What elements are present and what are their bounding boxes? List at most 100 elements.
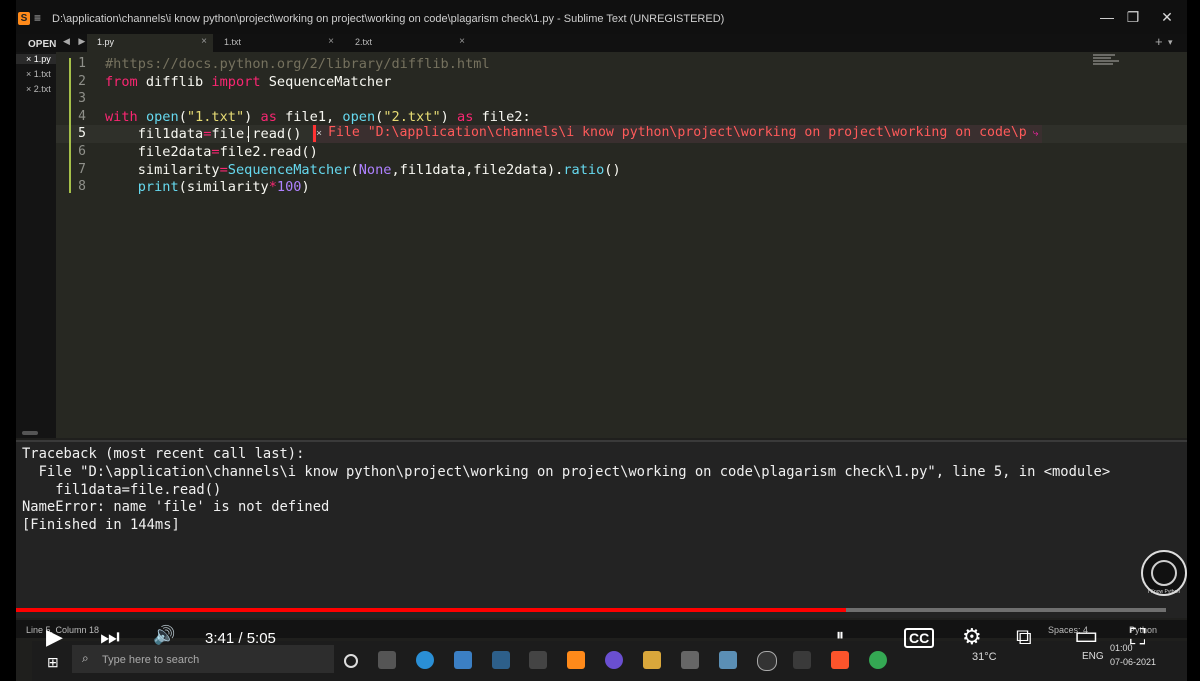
- cortana-icon[interactable]: [344, 654, 358, 668]
- new-tab-button[interactable]: +: [1155, 34, 1163, 49]
- edge-icon[interactable]: [416, 651, 434, 669]
- maximize-button[interactable]: ❐: [1123, 9, 1143, 26]
- error-marker: [313, 125, 316, 142]
- video-frame: S ≡ D:\application\channels\i know pytho…: [0, 0, 1200, 681]
- chrome-icon[interactable]: [869, 651, 887, 669]
- brave-icon[interactable]: [831, 651, 849, 669]
- code-token: with: [105, 108, 138, 125]
- file-explorer-icon[interactable]: [643, 651, 661, 669]
- horizontal-scrollbar[interactable]: [22, 431, 38, 435]
- weather-text[interactable]: 31°C: [972, 651, 997, 663]
- code-token: similarity: [105, 161, 220, 178]
- tab-nav-arrows[interactable]: ◀ ▶: [63, 36, 88, 47]
- obs-icon[interactable]: [757, 651, 777, 671]
- video-progress-fill: [16, 608, 846, 612]
- clock-date[interactable]: 07-06-2021: [1110, 657, 1156, 667]
- code-line[interactable]: file2data=file2.read(): [105, 144, 318, 160]
- code-token: "2.txt": [383, 108, 441, 125]
- app4-icon[interactable]: [793, 651, 811, 669]
- hamburger-menu-icon[interactable]: ≡: [34, 11, 41, 25]
- volume-button[interactable]: 🔊: [153, 625, 175, 646]
- code-token: (: [350, 161, 359, 178]
- sublime-taskbar-icon[interactable]: [567, 651, 585, 669]
- headphones-icon[interactable]: [605, 651, 623, 669]
- phantom-text: File "D:\application\channels\i know pyt…: [328, 125, 1027, 140]
- minimize-button[interactable]: —: [1097, 9, 1117, 25]
- code-line[interactable]: similarity=SequenceMatcher(None,fil1data…: [105, 162, 621, 178]
- tab-1-py[interactable]: 1.py ×: [87, 34, 213, 52]
- tab-close-icon[interactable]: ×: [201, 36, 207, 47]
- language-indicator[interactable]: ENG: [1082, 651, 1104, 662]
- code-token: "1.txt": [186, 108, 245, 125]
- output-line: File "D:\application\channels\i know pyt…: [22, 464, 1111, 480]
- phantom-close-icon[interactable]: ×: [316, 128, 322, 139]
- tab-2-txt[interactable]: 2.txt ×: [345, 34, 471, 52]
- mail-icon[interactable]: [454, 651, 472, 669]
- minimap[interactable]: [1093, 54, 1123, 68]
- code-line[interactable]: from difflib import SequenceMatcher: [105, 74, 391, 90]
- code-token: None: [358, 161, 392, 178]
- code-line[interactable]: #https://docs.python.org/2/library/diffl…: [105, 56, 490, 72]
- app2-icon[interactable]: [681, 651, 699, 669]
- code-token: 100: [276, 179, 302, 196]
- task-view-icon[interactable]: [378, 651, 396, 669]
- settings-gear-icon[interactable]: ⚙: [962, 624, 982, 650]
- miniplayer-button[interactable]: ⧉: [1016, 624, 1032, 650]
- phantom-goto-icon[interactable]: ⤷: [1033, 128, 1039, 139]
- code-token: file2data: [105, 144, 212, 160]
- watermark-text: I Know Python: [1147, 589, 1181, 595]
- code-token: (): [604, 161, 621, 178]
- line-number: 6: [78, 144, 86, 159]
- code-token: ratio: [563, 161, 605, 178]
- code-token: ,fil1data,file2data).: [391, 161, 564, 178]
- title-bar: S ≡ D:\application\channels\i know pytho…: [16, 0, 1187, 34]
- sublime-logo-icon: S: [18, 12, 30, 25]
- tab-label: 2.txt: [355, 37, 373, 47]
- output-line: fil1data=file.read(): [22, 482, 222, 498]
- code-token: ): [440, 108, 458, 125]
- code-token: *: [268, 179, 277, 196]
- code-token: SequenceMatcher: [227, 161, 351, 178]
- window-title: D:\application\channels\i know python\pr…: [52, 13, 725, 25]
- fullscreen-button[interactable]: ⛶: [1130, 624, 1145, 650]
- code-line[interactable]: fil1data=file.read(): [105, 126, 302, 143]
- tab-1-txt[interactable]: 1.txt ×: [214, 34, 340, 52]
- code-token: SequenceMatcher: [260, 73, 392, 90]
- windows-taskbar: ⊞ ⌕ Type here to search 31°C ENG 01:00 0…: [32, 641, 1187, 681]
- terminal-icon[interactable]: [529, 651, 547, 669]
- screen: S ≡ D:\application\channels\i know pytho…: [16, 0, 1187, 681]
- next-button[interactable]: ⏭: [100, 624, 120, 650]
- code-line[interactable]: print(similarity*100): [105, 179, 310, 195]
- app3-icon[interactable]: [719, 651, 737, 669]
- code-token: =: [211, 144, 220, 160]
- tab-close-icon[interactable]: ×: [459, 36, 465, 47]
- line-number: 8: [78, 179, 86, 195]
- code-token: file2.read(): [219, 144, 318, 160]
- code-token: open: [342, 108, 376, 125]
- code-token: file2:: [473, 108, 531, 125]
- tab-dropdown-icon[interactable]: ▾: [1168, 37, 1173, 48]
- tab-label: 1.txt: [224, 37, 242, 47]
- app-icon[interactable]: [492, 651, 510, 669]
- tab-close-icon[interactable]: ×: [328, 36, 334, 47]
- open-files-label: OPEN: [28, 39, 57, 50]
- code-line[interactable]: with open("1.txt") as file1, open("2.txt…: [105, 109, 531, 125]
- code-token: file1,: [276, 108, 343, 125]
- line-number: 2: [78, 73, 86, 89]
- channel-watermark[interactable]: I Know Python: [1141, 550, 1187, 596]
- output-line: Traceback (most recent call last):: [22, 446, 305, 462]
- status-bar: Line 5, Column 18 Spaces: 4 Python: [16, 620, 1187, 638]
- tab-label: 1.py: [97, 37, 115, 47]
- code-token: fil1data: [105, 126, 204, 143]
- autoplay-toggle[interactable]: ⏸: [836, 627, 844, 645]
- captions-button[interactable]: CC: [904, 628, 935, 648]
- code-token: (similarity: [178, 179, 269, 196]
- theater-mode-button[interactable]: ▭: [1074, 620, 1099, 651]
- code-token: ): [301, 179, 310, 196]
- output-line: [Finished in 144ms]: [22, 517, 180, 533]
- code-token: from: [105, 73, 138, 90]
- start-button[interactable]: ⊞: [47, 654, 59, 671]
- close-window-button[interactable]: ✕: [1157, 9, 1177, 26]
- code-token: import: [211, 73, 261, 90]
- play-button[interactable]: ▶: [46, 624, 63, 650]
